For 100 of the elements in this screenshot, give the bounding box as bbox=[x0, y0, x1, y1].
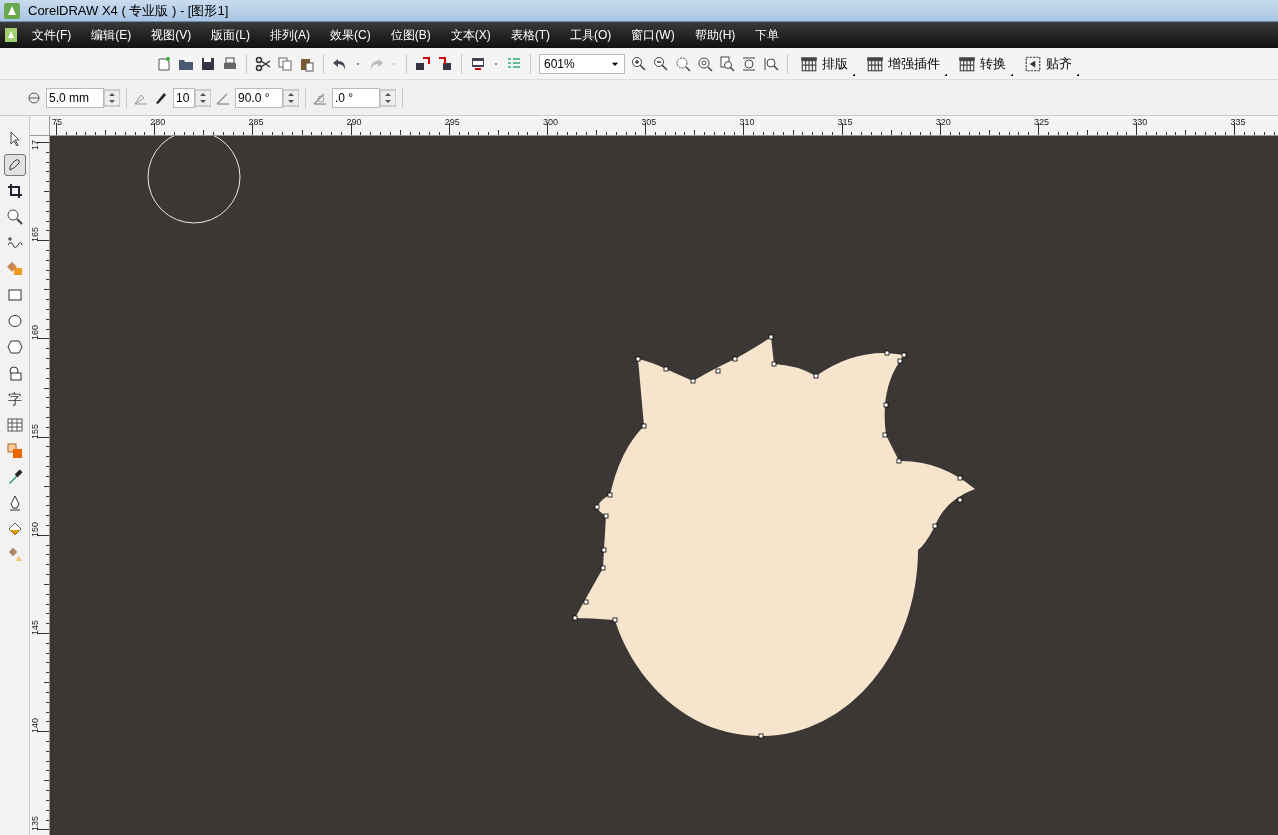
snap-grid-icon bbox=[1024, 54, 1042, 73]
magnifier-icon bbox=[6, 209, 23, 225]
export-icon[interactable] bbox=[437, 55, 453, 72]
import-icon[interactable] bbox=[415, 55, 431, 72]
menu-item[interactable]: 位图(B) bbox=[380, 24, 441, 46]
ruler-label: 145 bbox=[30, 619, 40, 635]
node-handle[interactable] bbox=[813, 373, 819, 379]
node-handle[interactable] bbox=[572, 615, 578, 621]
zoom-page-icon[interactable] bbox=[719, 55, 735, 72]
node-handle[interactable] bbox=[715, 368, 721, 374]
scissors-icon[interactable] bbox=[255, 55, 271, 72]
node-handle[interactable] bbox=[607, 492, 613, 498]
menu-item[interactable]: 视图(V) bbox=[141, 24, 202, 46]
ruler-label: 165 bbox=[30, 227, 40, 243]
grid-panel-icon bbox=[958, 54, 976, 73]
plugin-button[interactable]: 转换 bbox=[954, 51, 1010, 76]
document-icon[interactable] bbox=[4, 27, 18, 43]
spinner-arrows-icon[interactable] bbox=[283, 88, 299, 107]
rectangle-icon bbox=[6, 287, 23, 303]
node-handle[interactable] bbox=[771, 361, 777, 367]
node-handle[interactable] bbox=[600, 565, 606, 571]
plugin-button[interactable]: 贴齐 bbox=[1020, 51, 1076, 76]
ruler-label: 320 bbox=[935, 117, 951, 127]
node-handle[interactable] bbox=[768, 334, 774, 340]
menu-item[interactable]: 编辑(E) bbox=[81, 24, 142, 46]
smart-fill-icon bbox=[6, 261, 23, 277]
hexagon-icon bbox=[6, 339, 23, 355]
number-field[interactable]: .0 ° bbox=[332, 87, 380, 108]
spinner-arrows-icon[interactable] bbox=[380, 88, 396, 107]
zoom-all-icon[interactable] bbox=[697, 55, 713, 72]
node-handle[interactable] bbox=[612, 617, 618, 623]
paint-bucket-icon bbox=[6, 521, 23, 537]
node-handle[interactable] bbox=[884, 350, 890, 356]
node-handle[interactable] bbox=[690, 378, 696, 384]
ruler-label: 300 bbox=[543, 117, 559, 127]
ruler-corner[interactable] bbox=[30, 116, 50, 136]
ruler-label: 135 bbox=[30, 816, 40, 832]
freehand-pen-icon bbox=[6, 157, 23, 173]
menu-item[interactable]: 效果(C) bbox=[320, 24, 381, 46]
menu-item[interactable]: 文本(X) bbox=[440, 24, 501, 46]
number-field[interactable]: 90.0 ° bbox=[235, 87, 283, 108]
grid-panel-icon bbox=[866, 54, 884, 73]
drawing-canvas[interactable] bbox=[50, 136, 1278, 835]
app-logo-icon bbox=[4, 2, 20, 19]
save-icon[interactable] bbox=[200, 55, 216, 72]
ellipse-icon bbox=[6, 313, 23, 329]
node-handle[interactable] bbox=[896, 458, 902, 464]
node-handle[interactable] bbox=[583, 599, 589, 605]
node-handle[interactable] bbox=[957, 497, 963, 503]
printer-icon[interactable] bbox=[222, 55, 238, 72]
new-document-icon[interactable] bbox=[156, 55, 172, 72]
spinner-arrows-icon[interactable] bbox=[195, 88, 211, 107]
ruler-label: 310 bbox=[739, 117, 755, 127]
zoom-in-icon[interactable] bbox=[631, 55, 647, 72]
table-icon bbox=[6, 417, 23, 433]
curve-icon bbox=[6, 235, 23, 251]
menu-item[interactable]: 版面(L) bbox=[201, 24, 260, 46]
interactive-fill-icon bbox=[6, 547, 23, 563]
node-handle[interactable] bbox=[663, 366, 669, 372]
node-handle[interactable] bbox=[957, 475, 963, 481]
node-handle[interactable] bbox=[635, 356, 641, 362]
menu-item[interactable]: 帮助(H) bbox=[684, 24, 746, 46]
spinner-arrows-icon[interactable] bbox=[104, 88, 120, 107]
node-handle[interactable] bbox=[882, 432, 888, 438]
plugin-button[interactable]: 增强插件 bbox=[862, 51, 944, 76]
plugin-button[interactable]: 排版 bbox=[796, 51, 852, 76]
node-handle[interactable] bbox=[601, 547, 607, 553]
grid-panel-icon bbox=[800, 54, 818, 73]
monitor-icon[interactable] bbox=[470, 55, 486, 72]
menu-item[interactable]: 工具(O) bbox=[560, 24, 622, 46]
number-field[interactable]: 10 bbox=[173, 87, 195, 108]
zoom-height-icon[interactable] bbox=[763, 55, 779, 72]
tool-button[interactable]: 字 bbox=[3, 388, 26, 410]
menu-item[interactable]: 表格(T) bbox=[500, 24, 560, 46]
node-handle[interactable] bbox=[641, 423, 647, 429]
ruler-label: 335 bbox=[1230, 117, 1246, 127]
ruler-label: 140 bbox=[30, 718, 40, 734]
menu-item[interactable]: 窗口(W) bbox=[621, 24, 685, 46]
zoom-out-icon[interactable] bbox=[653, 55, 669, 72]
window-title: CorelDRAW X4 ( 专业版 ) - [图形1] bbox=[28, 1, 229, 20]
menu-item[interactable]: 排列(A) bbox=[260, 24, 320, 46]
node-handle[interactable] bbox=[932, 523, 938, 529]
ruler-label: 305 bbox=[641, 117, 657, 127]
ruler-label: 155 bbox=[30, 423, 40, 439]
zoom-width-icon[interactable] bbox=[741, 55, 757, 72]
overlap-squares-icon bbox=[6, 443, 23, 459]
menu-item[interactable]: 下单 bbox=[745, 24, 790, 46]
menu-item[interactable]: 文件(F) bbox=[22, 24, 82, 46]
copy-icon[interactable] bbox=[277, 55, 293, 72]
ruler-label: 315 bbox=[837, 117, 853, 127]
node-handle[interactable] bbox=[758, 733, 764, 739]
shapes-icon bbox=[6, 365, 23, 381]
ruler-label: 150 bbox=[30, 521, 40, 537]
node-handle[interactable] bbox=[883, 402, 889, 408]
number-field[interactable]: 5.0 mm bbox=[46, 87, 104, 108]
zoom-selection-icon[interactable] bbox=[675, 55, 691, 72]
ruler-label: 160 bbox=[30, 325, 40, 341]
node-handle[interactable] bbox=[732, 356, 738, 362]
zoom-dropdown[interactable]: 601% bbox=[539, 53, 625, 74]
ruler-label: 285 bbox=[248, 117, 264, 127]
